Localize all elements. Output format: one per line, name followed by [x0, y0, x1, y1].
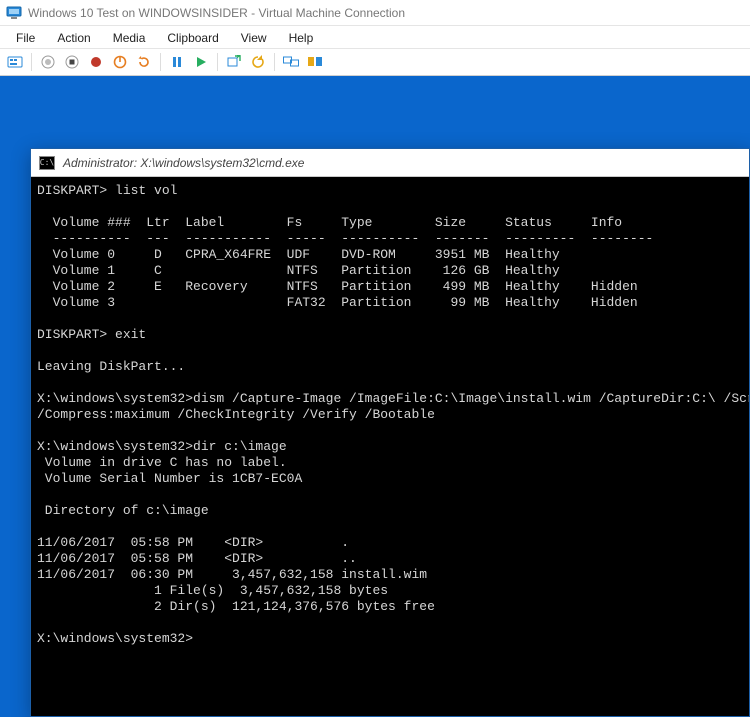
term-line: Volume 0 D CPRA_X64FRE UDF DVD-ROM 3951 …: [37, 247, 560, 262]
term-line: X:\windows\system32>dir c:\image: [37, 439, 287, 454]
term-line: Volume 1 C NTFS Partition 126 GB Healthy: [37, 263, 560, 278]
turnoff-icon[interactable]: [85, 51, 107, 73]
term-line: Volume 3 FAT32 Partition 99 MB Healthy H…: [37, 295, 638, 310]
menu-view[interactable]: View: [231, 29, 277, 47]
term-line: 2 Dir(s) 121,124,376,576 bytes free: [37, 599, 435, 614]
enhanced-icon[interactable]: [280, 51, 302, 73]
term-line: 11/06/2017 05:58 PM <DIR> .: [37, 535, 349, 550]
toolbar-separator: [274, 53, 275, 71]
cmd-window[interactable]: C:\ Administrator: X:\windows\system32\c…: [30, 148, 750, 717]
vm-menubar: File Action Media Clipboard View Help: [0, 26, 750, 48]
term-line: Volume ### Ltr Label Fs Type Size Status…: [37, 215, 622, 230]
share-icon[interactable]: [304, 51, 326, 73]
term-line: DISKPART> exit: [37, 327, 146, 342]
record-icon[interactable]: [37, 51, 59, 73]
term-line: /Compress:maximum /CheckIntegrity /Verif…: [37, 407, 435, 422]
ctrl-alt-del-icon[interactable]: [4, 51, 26, 73]
menu-file[interactable]: File: [6, 29, 45, 47]
vm-app-icon: [6, 5, 22, 21]
vm-client-area: C:\ Administrator: X:\windows\system32\c…: [0, 76, 750, 717]
term-line: 11/06/2017 06:30 PM 3,457,632,158 instal…: [37, 567, 427, 582]
menu-clipboard[interactable]: Clipboard: [157, 29, 228, 47]
pause-icon[interactable]: [166, 51, 188, 73]
vm-titlebar: Windows 10 Test on WINDOWSINSIDER - Virt…: [0, 0, 750, 26]
term-line: ---------- --- ----------- ----- -------…: [37, 231, 653, 246]
vm-title: Windows 10 Test on WINDOWSINSIDER - Virt…: [28, 6, 405, 20]
term-line: DISKPART> list vol: [37, 183, 177, 198]
reset-icon[interactable]: [133, 51, 155, 73]
menu-action[interactable]: Action: [47, 29, 100, 47]
cmd-app-icon: C:\: [39, 156, 55, 170]
menu-media[interactable]: Media: [103, 29, 156, 47]
vm-toolbar: [0, 48, 750, 76]
revert-icon[interactable]: [247, 51, 269, 73]
toolbar-separator: [31, 53, 32, 71]
checkpoint-icon[interactable]: [223, 51, 245, 73]
term-line: Leaving DiskPart...: [37, 359, 185, 374]
power-icon[interactable]: [109, 51, 131, 73]
cmd-title-text: Administrator: X:\windows\system32\cmd.e…: [63, 156, 304, 170]
toolbar-separator: [160, 53, 161, 71]
toolbar-separator: [217, 53, 218, 71]
stop-icon[interactable]: [61, 51, 83, 73]
play-icon[interactable]: [190, 51, 212, 73]
term-line: X:\windows\system32>dism /Capture-Image …: [37, 391, 749, 406]
menu-help[interactable]: Help: [279, 29, 324, 47]
term-line: 11/06/2017 05:58 PM <DIR> ..: [37, 551, 357, 566]
term-line: Volume 2 E Recovery NTFS Partition 499 M…: [37, 279, 638, 294]
term-line: 1 File(s) 3,457,632,158 bytes: [37, 583, 388, 598]
term-line: Directory of c:\image: [37, 503, 209, 518]
term-line: Volume Serial Number is 1CB7-EC0A: [37, 471, 302, 486]
cmd-titlebar[interactable]: C:\ Administrator: X:\windows\system32\c…: [31, 149, 749, 177]
term-line: Volume in drive C has no label.: [37, 455, 287, 470]
cmd-output[interactable]: DISKPART> list vol Volume ### Ltr Label …: [31, 177, 749, 716]
term-line: X:\windows\system32>: [37, 631, 193, 646]
